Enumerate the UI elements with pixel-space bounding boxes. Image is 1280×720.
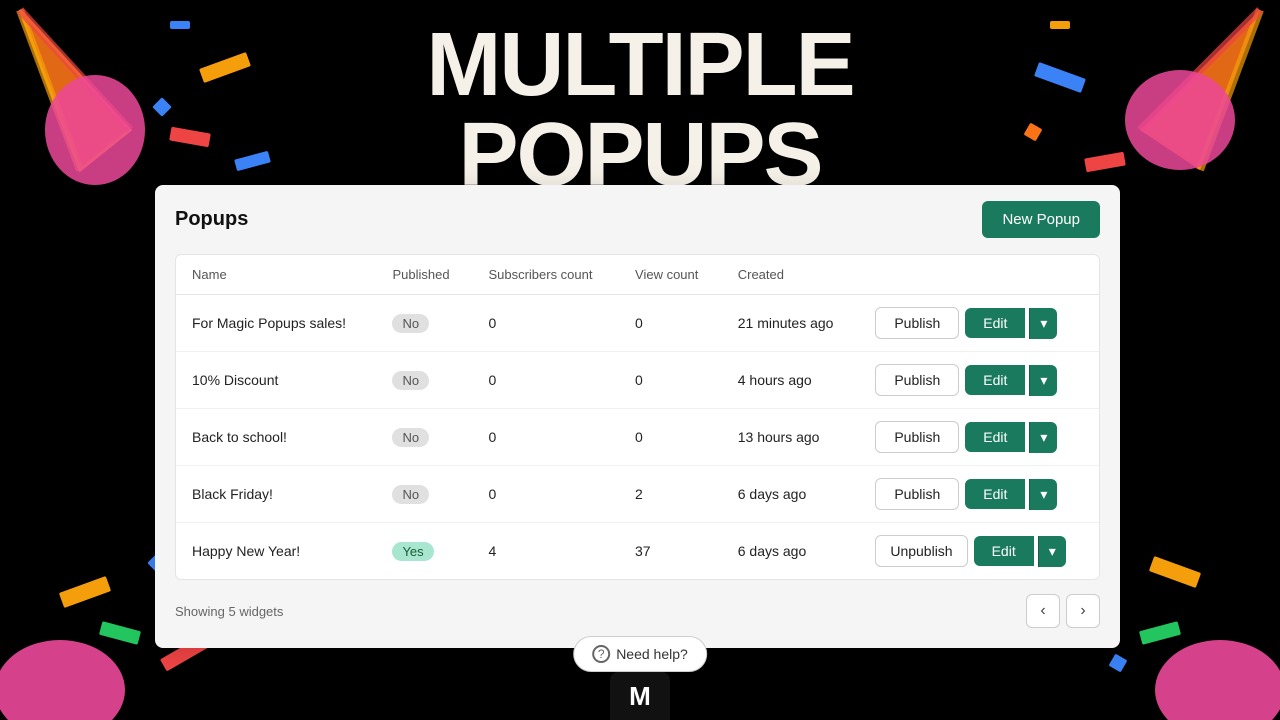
action-cell: Unpublish Edit▾ <box>875 535 1083 567</box>
publish-button[interactable]: Publish <box>875 421 959 453</box>
row-subscribers: 4 <box>472 523 619 580</box>
table-body: For Magic Popups sales! No 0 0 21 minute… <box>176 295 1099 580</box>
edit-dropdown-button[interactable]: ▾ <box>1029 308 1057 339</box>
row-actions: Publish Edit▾ <box>859 352 1099 409</box>
popups-table-wrap: Name Published Subscribers count View co… <box>175 254 1100 580</box>
col-views: View count <box>619 255 722 295</box>
edit-group: Edit▾ <box>965 308 1057 339</box>
blob-bottom-right <box>1120 540 1280 720</box>
row-name: Happy New Year! <box>176 523 376 580</box>
edit-button[interactable]: Edit <box>965 365 1025 395</box>
row-name: Black Friday! <box>176 466 376 523</box>
row-subscribers: 0 <box>472 352 619 409</box>
need-help-button[interactable]: ? Need help? <box>573 636 707 672</box>
edit-group: Edit▾ <box>974 536 1066 567</box>
row-name: Back to school! <box>176 409 376 466</box>
row-actions: Publish Edit▾ <box>859 409 1099 466</box>
table-row: Happy New Year! Yes 4 37 6 days ago Unpu… <box>176 523 1099 580</box>
row-created: 21 minutes ago <box>722 295 860 352</box>
m-logo: M <box>610 672 670 720</box>
edit-button[interactable]: Edit <box>974 536 1034 566</box>
row-published: No <box>376 352 472 409</box>
help-circle-icon: ? <box>592 645 610 663</box>
row-name: 10% Discount <box>176 352 376 409</box>
panel-header: Popups New Popup <box>155 185 1120 254</box>
row-views: 0 <box>619 409 722 466</box>
table-header: Name Published Subscribers count View co… <box>176 255 1099 295</box>
table-row: For Magic Popups sales! No 0 0 21 minute… <box>176 295 1099 352</box>
row-created: 6 days ago <box>722 466 860 523</box>
popups-table: Name Published Subscribers count View co… <box>176 255 1099 579</box>
edit-button[interactable]: Edit <box>965 308 1025 338</box>
col-actions <box>859 255 1099 295</box>
table-row: Back to school! No 0 0 13 hours ago Publ… <box>176 409 1099 466</box>
party-hat-left <box>0 0 180 200</box>
row-subscribers: 0 <box>472 466 619 523</box>
row-subscribers: 0 <box>472 295 619 352</box>
edit-group: Edit▾ <box>965 365 1057 396</box>
need-help-label: Need help? <box>616 646 688 662</box>
published-badge: No <box>392 428 429 447</box>
panel-title: Popups <box>175 208 248 231</box>
action-cell: Publish Edit▾ <box>875 307 1083 339</box>
published-badge: No <box>392 371 429 390</box>
prev-page-button[interactable]: ‹ <box>1026 594 1060 628</box>
publish-button[interactable]: Publish <box>875 364 959 396</box>
showing-text: Showing 5 widgets <box>175 604 283 619</box>
row-actions: Unpublish Edit▾ <box>859 523 1099 580</box>
col-published: Published <box>376 255 472 295</box>
need-help-section: ? Need help? <box>573 636 707 672</box>
action-cell: Publish Edit▾ <box>875 364 1083 396</box>
confetti-blue-r1 <box>1034 62 1086 93</box>
row-published: No <box>376 466 472 523</box>
edit-dropdown-button[interactable]: ▾ <box>1038 536 1066 567</box>
edit-button[interactable]: Edit <box>965 422 1025 452</box>
col-subscribers: Subscribers count <box>472 255 619 295</box>
pagination: ‹ › <box>1026 594 1100 628</box>
panel-footer: Showing 5 widgets ‹ › <box>155 580 1120 628</box>
edit-dropdown-button[interactable]: ▾ <box>1029 479 1057 510</box>
row-published: No <box>376 409 472 466</box>
publish-button[interactable]: Publish <box>875 478 959 510</box>
party-hat-right <box>1080 0 1280 200</box>
confetti-blue-2 <box>234 151 271 172</box>
row-name: For Magic Popups sales! <box>176 295 376 352</box>
row-actions: Publish Edit▾ <box>859 466 1099 523</box>
edit-dropdown-button[interactable]: ▾ <box>1029 365 1057 396</box>
row-created: 6 days ago <box>722 523 860 580</box>
row-actions: Publish Edit▾ <box>859 295 1099 352</box>
row-created: 4 hours ago <box>722 352 860 409</box>
table-row: 10% Discount No 0 0 4 hours ago Publish … <box>176 352 1099 409</box>
edit-group: Edit▾ <box>965 479 1057 510</box>
publish-button[interactable]: Publish <box>875 307 959 339</box>
confetti-orange-r1 <box>1023 122 1042 141</box>
next-page-button[interactable]: › <box>1066 594 1100 628</box>
edit-button[interactable]: Edit <box>965 479 1025 509</box>
row-views: 2 <box>619 466 722 523</box>
action-cell: Publish Edit▾ <box>875 478 1083 510</box>
action-cell: Publish Edit▾ <box>875 421 1083 453</box>
published-badge: Yes <box>392 542 433 561</box>
new-popup-button[interactable]: New Popup <box>982 201 1100 238</box>
row-views: 0 <box>619 352 722 409</box>
row-created: 13 hours ago <box>722 409 860 466</box>
unpublish-button[interactable]: Unpublish <box>875 535 967 567</box>
confetti-yellow-1 <box>199 52 251 83</box>
row-views: 0 <box>619 295 722 352</box>
col-name: Name <box>176 255 376 295</box>
col-created: Created <box>722 255 860 295</box>
row-published: No <box>376 295 472 352</box>
popups-panel: Popups New Popup Name Published Subscrib… <box>155 185 1120 648</box>
published-badge: No <box>392 314 429 333</box>
row-views: 37 <box>619 523 722 580</box>
row-published: Yes <box>376 523 472 580</box>
edit-group: Edit▾ <box>965 422 1057 453</box>
published-badge: No <box>392 485 429 504</box>
edit-dropdown-button[interactable]: ▾ <box>1029 422 1057 453</box>
table-row: Black Friday! No 0 2 6 days ago Publish … <box>176 466 1099 523</box>
row-subscribers: 0 <box>472 409 619 466</box>
blob-bottom-left <box>0 540 160 720</box>
hero-title: MULTIPLE POPUPS <box>426 20 853 200</box>
